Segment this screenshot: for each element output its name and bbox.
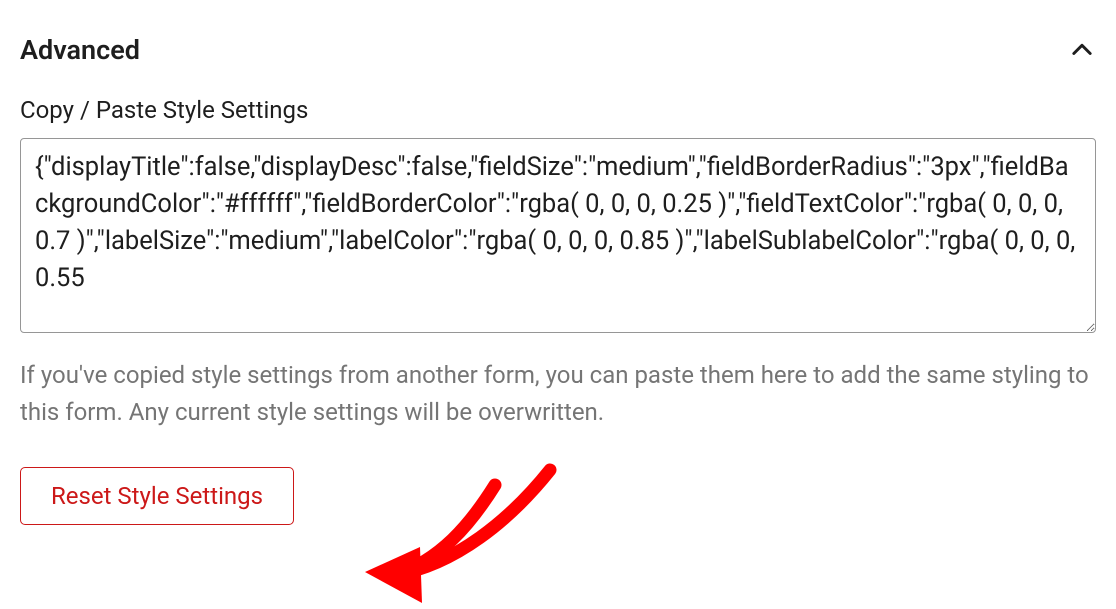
advanced-section: Advanced Copy / Paste Style Settings {"d… [20,20,1096,525]
advanced-accordion-header[interactable]: Advanced [20,20,1096,96]
copy-paste-style-textarea[interactable]: {"displayTitle":false,"displayDesc":fals… [20,138,1096,333]
advanced-title: Advanced [20,34,140,66]
chevron-up-icon [1068,36,1096,64]
annotation-arrow-icon [360,465,570,605]
copy-paste-help-text: If you've copied style settings from ano… [20,357,1096,431]
reset-style-settings-button[interactable]: Reset Style Settings [20,467,294,525]
copy-paste-label: Copy / Paste Style Settings [20,96,1096,124]
